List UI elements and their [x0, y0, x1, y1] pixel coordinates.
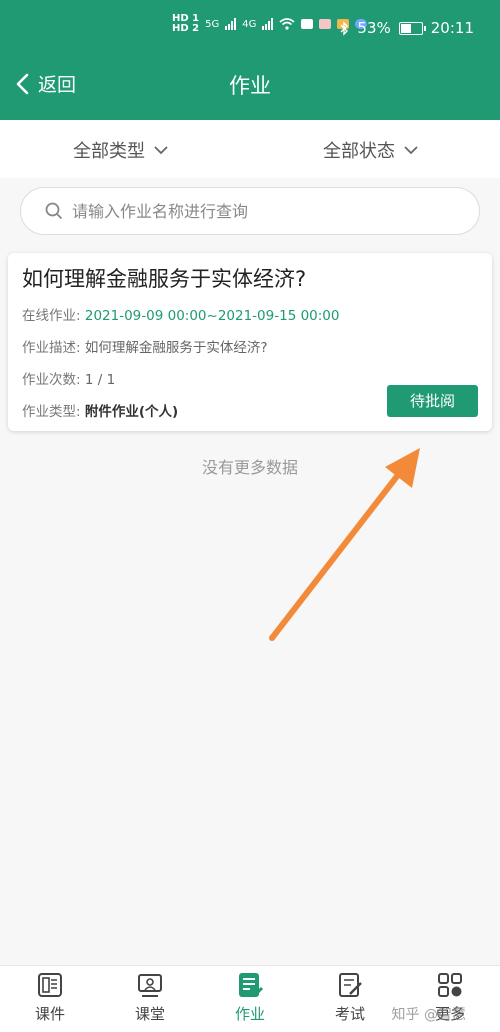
status-button[interactable]: 待批阅: [387, 385, 478, 417]
search-bar[interactable]: [20, 187, 480, 235]
courseware-icon: [38, 973, 62, 997]
status-bar: HD 1 HD 2 5G 4G 53% 20:11: [0, 0, 500, 50]
page-title: 作业: [229, 74, 271, 98]
annotation-arrow-icon: [269, 448, 420, 641]
tab-courseware[interactable]: 课件: [0, 966, 100, 1032]
status-icons-left: HD 1 HD 2 5G 4G: [172, 14, 368, 34]
chevron-down-icon: [154, 146, 168, 155]
tab-classroom[interactable]: 课堂: [100, 966, 200, 1032]
hd-indicators: HD 1 HD 2: [172, 14, 199, 34]
tab-exam[interactable]: 考试: [300, 966, 400, 1032]
type-row: 作业类型: 附件作业(个人): [22, 400, 178, 420]
exam-icon: [339, 973, 362, 997]
bluetooth-icon: [340, 20, 349, 36]
watermark-text: 知乎 @智慧: [391, 1007, 466, 1023]
search-icon: [45, 202, 63, 220]
type-filter-dropdown[interactable]: 全部类型: [73, 137, 169, 163]
app-notification-icon: [301, 19, 314, 29]
clock: 20:11: [430, 19, 474, 37]
signal-icon: [225, 18, 237, 30]
status-filter-dropdown[interactable]: 全部状态: [323, 137, 419, 163]
chevron-down-icon: [404, 146, 418, 155]
filter-bar: 全部类型 全部状态: [0, 120, 500, 178]
search-input[interactable]: [70, 200, 454, 222]
status-icons-right: 53% 20:11: [339, 19, 474, 37]
classroom-icon: [138, 974, 162, 997]
tab-homework-label: 作业: [234, 1005, 265, 1023]
tab-homework[interactable]: 作业: [200, 966, 300, 1032]
app-notification-icon: [319, 19, 332, 29]
nav-bar: 返回 作业: [0, 50, 500, 120]
online-label: 在线作业:: [22, 308, 81, 324]
signal-icon-2: [262, 18, 274, 30]
tab-exam-label: 考试: [334, 1005, 365, 1023]
network-type-label-2: 4G: [242, 18, 257, 30]
homework-icon: [239, 973, 264, 998]
description-label: 作业描述:: [22, 340, 81, 356]
type-label: 作业类型:: [22, 404, 81, 420]
type-filter-label: 全部类型: [73, 141, 145, 162]
count-row: 作业次数: 1 / 1: [22, 368, 115, 388]
online-value: 2021-09-09 00:00~2021-09-15 00:00: [84, 308, 340, 324]
status-filter-label: 全部状态: [323, 141, 395, 162]
count-value: 1 / 1: [84, 372, 116, 388]
tab-bar: 课件 课堂 作业 考试 更多 知乎 @智慧: [0, 965, 500, 1032]
type-value: 附件作业(个人): [84, 404, 179, 420]
network-type-label: 5G: [205, 18, 220, 30]
battery-percent: 53%: [357, 19, 391, 37]
battery-icon: [398, 21, 426, 35]
description-value: 如何理解金融服务于实体经济?: [84, 340, 268, 356]
description-row: 作业描述: 如何理解金融服务于实体经济?: [22, 336, 268, 356]
assignment-title: 如何理解金融服务于实体经济?: [22, 267, 307, 291]
more-icon: [438, 973, 462, 997]
wifi-icon: [279, 18, 295, 30]
tab-classroom-label: 课堂: [134, 1005, 165, 1023]
assignment-card[interactable]: 如何理解金融服务于实体经济? 在线作业: 2021-09-09 00:00~20…: [8, 253, 492, 431]
tab-courseware-label: 课件: [34, 1005, 65, 1023]
hd2-label: HD 2: [172, 23, 200, 34]
count-label: 作业次数:: [22, 372, 81, 388]
online-row: 在线作业: 2021-09-09 00:00~2021-09-15 00:00: [22, 304, 339, 324]
